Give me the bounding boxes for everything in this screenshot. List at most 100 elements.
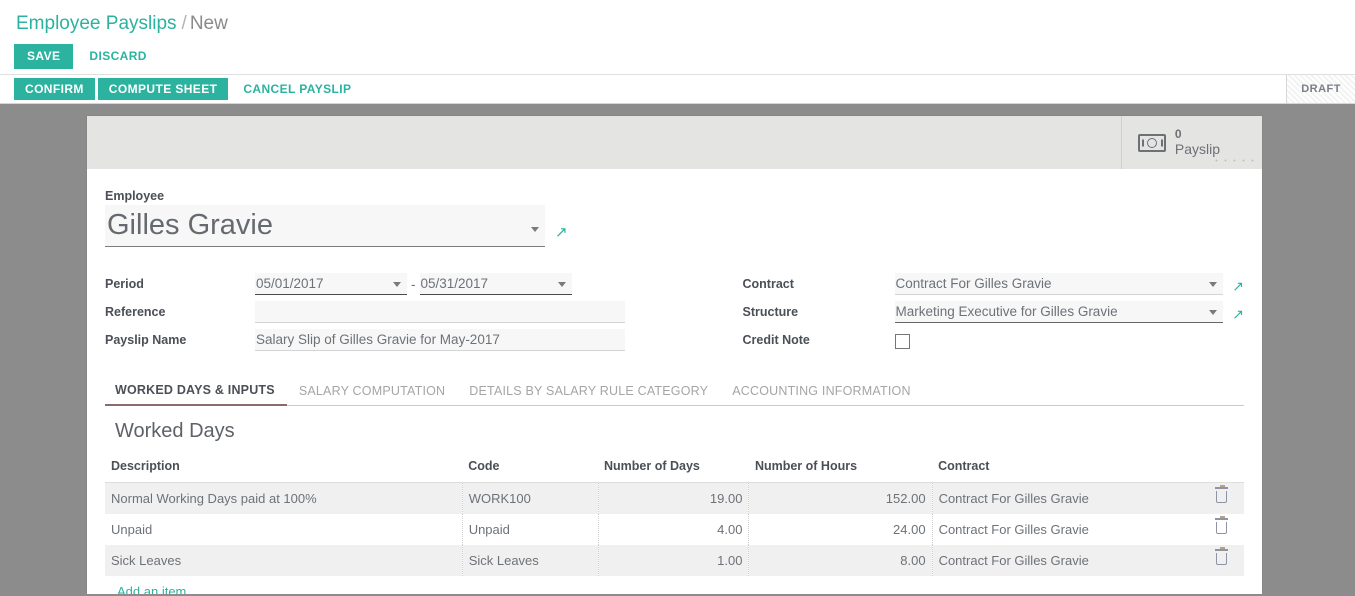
breadcrumb-root-link[interactable]: Employee Payslips xyxy=(16,13,177,34)
notebook-tabs: WORKED DAYS & INPUTS SALARY COMPUTATION … xyxy=(105,377,1244,406)
external-link-icon-contract[interactable]: ↗ xyxy=(1232,279,1244,295)
structure-field-row: Structure Marketing Executive for Gilles… xyxy=(742,295,1244,323)
stat-button-value: 0 xyxy=(1174,126,1182,141)
cell-days[interactable]: 1.00 xyxy=(598,545,750,576)
button-box: 0 Payslip xyxy=(87,116,1262,169)
credit-note-label: Credit Note xyxy=(742,333,810,347)
column-header-code[interactable]: Code xyxy=(462,455,599,483)
credit-note-checkbox[interactable] xyxy=(894,334,910,349)
column-header-contract[interactable]: Contract xyxy=(932,455,1204,483)
statusbar-buttons: CONFIRM COMPUTE SHEET CANCEL PAYSLIP xyxy=(0,75,363,103)
cell-days[interactable]: 19.00 xyxy=(598,482,750,514)
cell-description[interactable]: Normal Working Days paid at 100% xyxy=(105,482,463,514)
cell-days[interactable]: 4.00 xyxy=(598,514,750,545)
cell-hours[interactable]: 8.00 xyxy=(748,545,933,576)
add-item-cell: Add an item xyxy=(105,576,1244,594)
column-header-actions xyxy=(1203,455,1244,483)
cell-code[interactable]: WORK100 xyxy=(462,482,599,514)
reference-label: Reference xyxy=(105,305,166,319)
stat-button-text: 0 Payslip xyxy=(1174,126,1220,158)
control-panel: Employee Payslips / New SAVE DISCARD xyxy=(0,0,1355,74)
form-column-left: Period 05/01/2017 - 05/31/2017 Reference xyxy=(105,267,675,351)
delete-row-button[interactable] xyxy=(1204,514,1244,545)
employee-label: Employee xyxy=(105,189,165,203)
column-header-number-of-hours[interactable]: Number of Hours xyxy=(748,455,933,483)
chevron-down-icon-date-from[interactable] xyxy=(393,282,401,287)
column-header-number-of-days[interactable]: Number of Days xyxy=(598,455,749,483)
edit-actions: SAVE DISCARD xyxy=(0,36,1355,70)
table-row[interactable]: Unpaid Unpaid 4.00 24.00 Contract For Gi… xyxy=(105,514,1244,545)
table-row[interactable]: Sick Leaves Sick Leaves 1.00 8.00 Contra… xyxy=(105,545,1244,576)
breadcrumb-separator: / xyxy=(181,13,187,34)
tab-details-by-salary-rule-category[interactable]: DETAILS BY SALARY RULE CATEGORY xyxy=(457,378,720,406)
period-date-to-input[interactable]: 05/31/2017 xyxy=(419,273,572,295)
table-row[interactable]: Normal Working Days paid at 100% WORK100… xyxy=(105,482,1244,514)
contract-label: Contract xyxy=(742,277,794,291)
chevron-down-icon-contract[interactable] xyxy=(1209,282,1218,287)
employee-input[interactable]: Gilles Gravie xyxy=(105,205,545,247)
contract-value: Contract For Gilles Gravie xyxy=(895,276,1052,291)
period-date-to-value: 05/31/2017 xyxy=(420,276,489,291)
delete-row-button[interactable] xyxy=(1203,545,1244,576)
trash-icon xyxy=(1214,484,1228,503)
period-date-from-input[interactable]: 05/01/2017 xyxy=(255,273,407,295)
cell-hours[interactable]: 152.00 xyxy=(748,482,933,514)
stat-button-payslip[interactable]: 0 Payslip xyxy=(1120,116,1262,169)
tab-worked-days-inputs[interactable]: WORKED DAYS & INPUTS xyxy=(105,377,287,406)
cell-hours[interactable]: 24.00 xyxy=(748,514,933,545)
cell-contract[interactable]: Contract For Gilles Gravie xyxy=(932,545,1204,576)
tab-accounting-information[interactable]: ACCOUNTING INFORMATION xyxy=(720,378,922,406)
cell-contract[interactable]: Contract For Gilles Gravie xyxy=(932,482,1204,514)
form-column-right: Contract Contract For Gilles Gravie ↗ St… xyxy=(675,267,1245,351)
trash-icon xyxy=(1214,515,1228,534)
external-link-icon-employee[interactable]: ↗ xyxy=(555,225,568,247)
compute-sheet-button[interactable]: COMPUTE SHEET xyxy=(97,78,229,100)
breadcrumb: Employee Payslips / New xyxy=(0,0,1355,36)
confirm-button[interactable]: CONFIRM xyxy=(14,78,95,100)
period-field-row: Period 05/01/2017 - 05/31/2017 xyxy=(105,267,675,295)
trash-icon xyxy=(1214,546,1228,565)
cancel-payslip-button[interactable]: CANCEL PAYSLIP xyxy=(231,78,363,100)
section-title-worked-days: Worked Days xyxy=(115,420,235,442)
chevron-down-icon[interactable] xyxy=(531,227,539,232)
structure-label: Structure xyxy=(742,305,799,319)
reference-input[interactable] xyxy=(255,301,625,323)
period-date-from-value: 05/01/2017 xyxy=(256,276,324,291)
form-sheet: 0 Payslip Employee Gilles Gravie ↗ Perio… xyxy=(87,116,1262,594)
structure-input[interactable]: Marketing Executive for Gilles Gravie xyxy=(894,301,1224,323)
table-header-row: Description Code Number of Days Number o… xyxy=(105,455,1244,483)
credit-note-field-row: Credit Note xyxy=(743,323,1245,351)
stat-button-label: Payslip xyxy=(1174,141,1220,158)
page-body: 0 Payslip Employee Gilles Gravie ↗ Perio… xyxy=(0,104,1355,594)
column-header-description[interactable]: Description xyxy=(105,455,463,483)
save-button[interactable]: SAVE xyxy=(14,44,74,69)
delete-row-button[interactable] xyxy=(1203,482,1244,514)
statusbar: CONFIRM COMPUTE SHEET CANCEL PAYSLIP DRA… xyxy=(0,74,1355,104)
status-badge-draft[interactable]: DRAFT xyxy=(1286,75,1355,103)
worked-days-table: Description Code Number of Days Number o… xyxy=(105,455,1244,594)
structure-value: Marketing Executive for Gilles Gravie xyxy=(895,304,1118,319)
chevron-down-icon-structure[interactable] xyxy=(1209,310,1218,315)
contract-field-row: Contract Contract For Gilles Gravie ↗ xyxy=(742,267,1244,295)
cell-description[interactable]: Unpaid xyxy=(105,514,463,545)
contract-input[interactable]: Contract For Gilles Gravie xyxy=(894,273,1224,295)
reference-field-row: Reference xyxy=(105,295,675,323)
period-separator: - xyxy=(411,277,416,292)
money-icon xyxy=(1137,133,1166,152)
discard-button[interactable]: DISCARD xyxy=(79,43,156,70)
employee-value: Gilles Gravie xyxy=(107,209,273,241)
cell-code[interactable]: Unpaid xyxy=(462,514,599,545)
tab-salary-computation[interactable]: SALARY COMPUTATION xyxy=(287,378,457,406)
external-link-icon-structure[interactable]: ↗ xyxy=(1232,307,1244,323)
employee-field-row: Gilles Gravie ↗ xyxy=(105,205,1244,247)
breadcrumb-current: New xyxy=(189,13,228,34)
employee-field-group: Employee Gilles Gravie ↗ xyxy=(105,189,1244,247)
payslip-name-label: Payslip Name xyxy=(105,333,187,347)
cell-description[interactable]: Sick Leaves xyxy=(105,545,463,576)
payslip-name-input[interactable]: Salary Slip of Gilles Gravie for May-201… xyxy=(255,329,625,351)
cell-contract[interactable]: Contract For Gilles Gravie xyxy=(932,514,1204,545)
cell-code[interactable]: Sick Leaves xyxy=(462,545,599,576)
chevron-down-icon-date-to[interactable] xyxy=(557,282,566,287)
notebook: WORKED DAYS & INPUTS SALARY COMPUTATION … xyxy=(105,377,1244,594)
add-an-item-link[interactable]: Add an item xyxy=(111,584,186,594)
